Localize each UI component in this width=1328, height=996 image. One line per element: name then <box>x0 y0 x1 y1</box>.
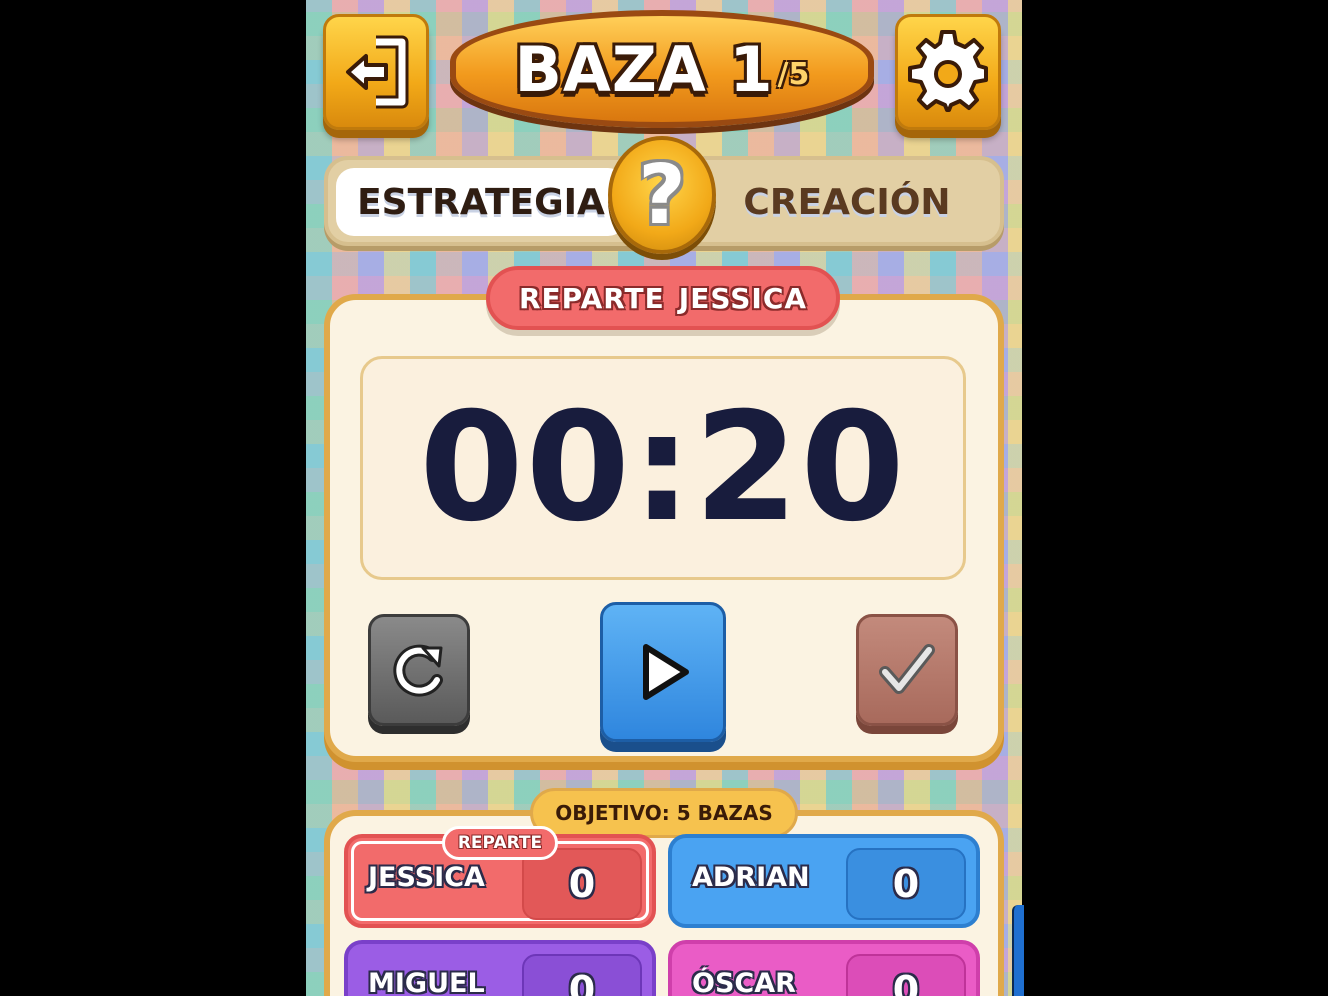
player-name: MIGUEL <box>368 968 485 996</box>
dealer-name: JESSICA <box>678 281 808 315</box>
game-screen: BAZA 1 /5 ESTRATEGIA CREACIÓN ? REPARTE J… <box>306 0 1022 996</box>
gear-icon <box>908 30 988 112</box>
play-button[interactable] <box>600 602 726 742</box>
edge-decoration <box>1012 905 1024 996</box>
reset-button[interactable] <box>368 614 470 726</box>
confirm-button[interactable] <box>856 614 958 726</box>
player-card-adrian[interactable]: ADRIAN 0 <box>668 834 980 928</box>
dealer-banner: REPARTE JESSICA <box>486 266 840 330</box>
exit-button[interactable] <box>323 14 429 130</box>
player-name: JESSICA <box>368 862 485 893</box>
player-score: 0 <box>522 954 642 996</box>
mode-strategy-label: ESTRATEGIA <box>357 181 605 223</box>
round-title-banner: BAZA 1 /5 <box>450 10 874 128</box>
player-score: 0 <box>846 954 966 996</box>
play-icon <box>643 644 689 700</box>
player-card-oscar[interactable]: ÓSCAR 0 <box>668 940 980 996</box>
player-card-miguel[interactable]: MIGUEL 0 <box>344 940 656 996</box>
checkmark-icon <box>879 644 935 694</box>
dealer-tag: REPARTE <box>442 826 558 860</box>
settings-button[interactable] <box>895 14 1001 130</box>
help-button[interactable]: ? <box>608 136 716 254</box>
round-total: /5 <box>777 56 810 92</box>
round-title: BAZA 1 <box>514 32 774 106</box>
reset-icon <box>393 644 443 697</box>
dealer-tag-label: REPARTE <box>457 833 543 853</box>
timer-display-box: 00:20 <box>360 356 966 580</box>
mode-creation-label: CREACIÓN <box>743 181 951 223</box>
objective-badge: OBJETIVO: 5 BAZAS <box>530 788 798 838</box>
question-mark-icon: ? <box>638 147 686 243</box>
mode-creation-tab[interactable]: CREACIÓN <box>702 168 992 236</box>
mode-strategy-tab[interactable]: ESTRATEGIA <box>336 168 626 236</box>
player-name: ÓSCAR <box>692 968 796 996</box>
objective-label: OBJETIVO: 5 BAZAS <box>555 801 773 825</box>
player-name: ADRIAN <box>692 862 810 893</box>
exit-door-icon <box>346 35 409 109</box>
player-score: 0 <box>846 848 966 920</box>
dealer-label: REPARTE <box>518 281 665 315</box>
timer-display: 00:20 <box>419 381 907 555</box>
